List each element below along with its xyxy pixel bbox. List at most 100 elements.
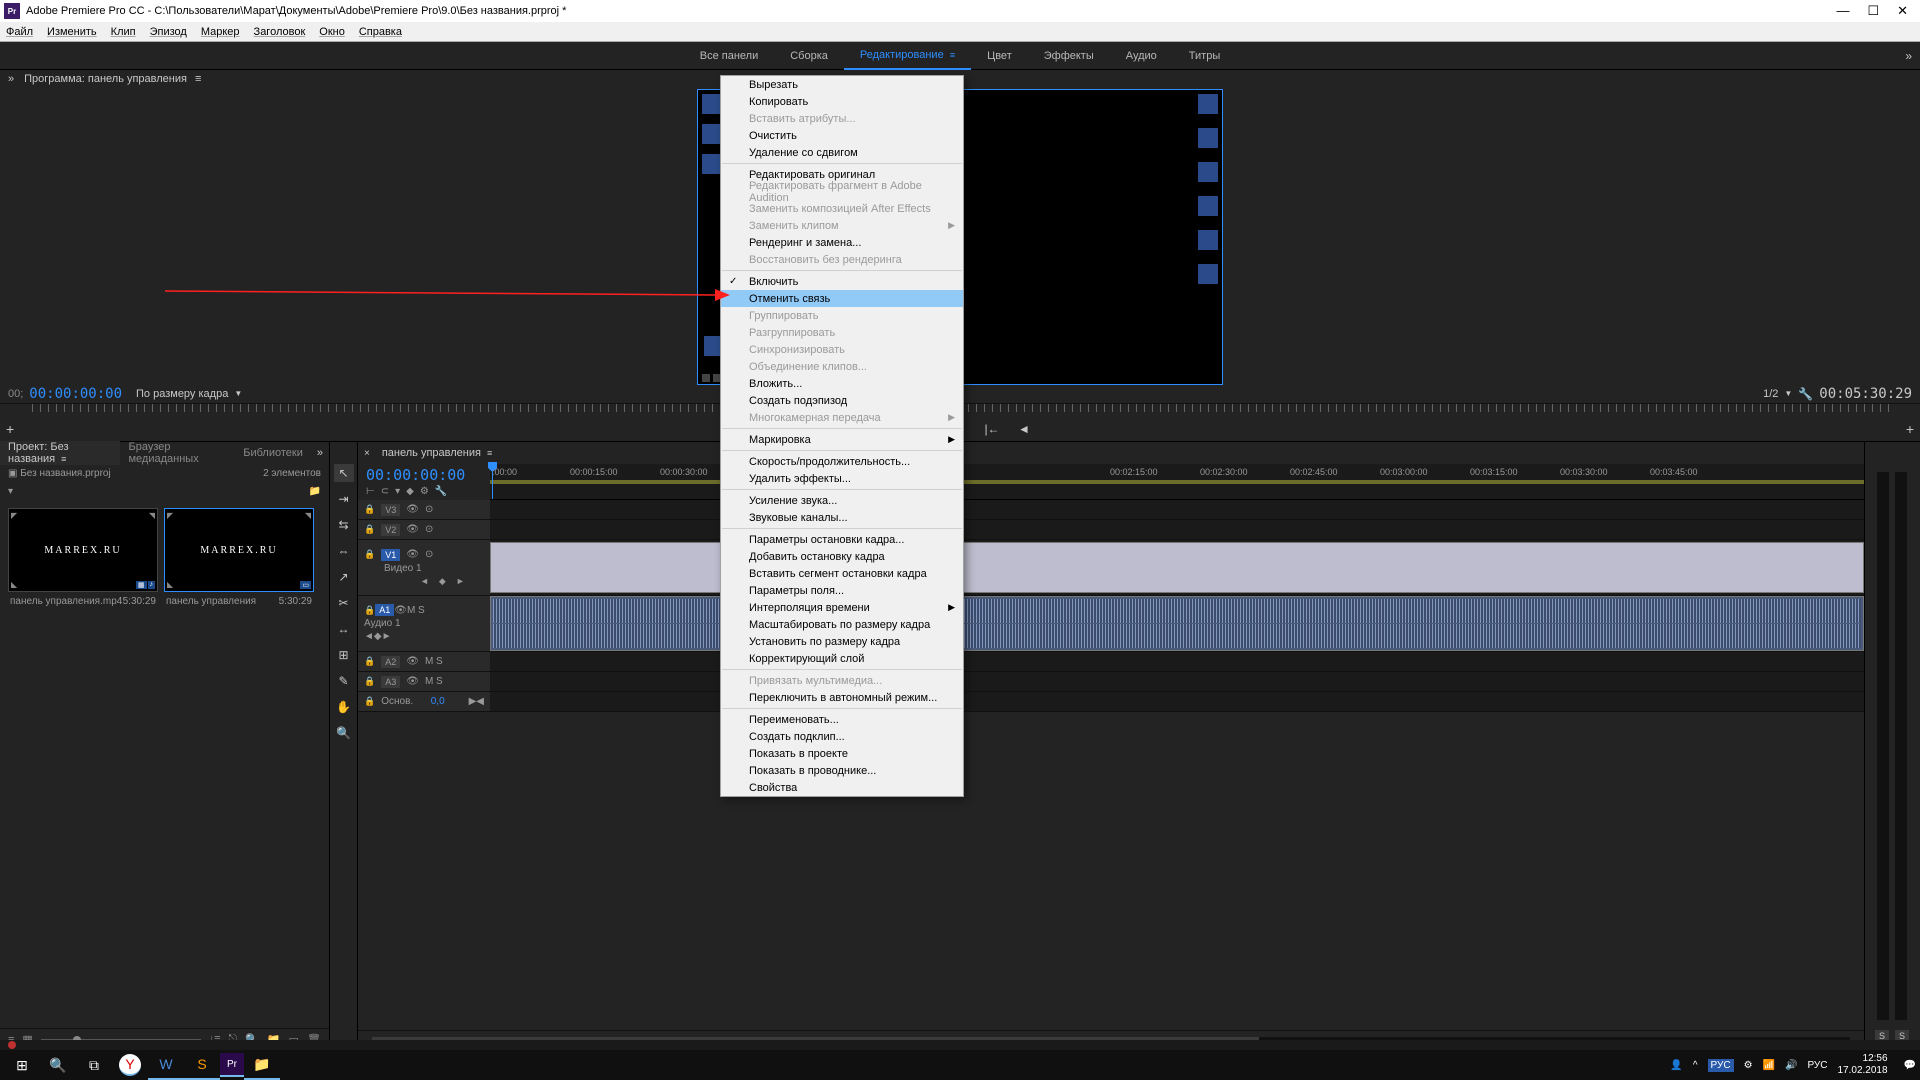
sublime-icon[interactable]: S <box>184 1050 220 1080</box>
explorer-icon[interactable]: 📁 <box>244 1050 280 1080</box>
audio-clip[interactable] <box>490 596 1864 651</box>
timeline-ruler[interactable]: :00:00 00:00:15:00 00:00:30:00 00:00:45:… <box>490 464 1864 500</box>
snap-icon[interactable]: ⊢ <box>366 486 375 497</box>
notifications-icon[interactable]: 💬 <box>1904 1060 1916 1071</box>
rate-tool[interactable]: ↗ <box>334 568 354 586</box>
context-menu-item[interactable]: Установить по размеру кадра <box>721 633 963 650</box>
menu-file[interactable]: Файл <box>6 26 33 38</box>
context-menu-item[interactable]: Корректирующий слой <box>721 650 963 667</box>
menu-edit[interactable]: Изменить <box>47 26 97 38</box>
context-menu-item[interactable]: Маркировка▶ <box>721 431 963 448</box>
context-menu-item[interactable]: Интерполяция времени▶ <box>721 599 963 616</box>
go-in-icon[interactable]: |← <box>983 422 1001 436</box>
folder-icon[interactable]: 📁 <box>309 486 321 497</box>
context-menu-item[interactable]: Параметры остановки кадра... <box>721 531 963 548</box>
tray-lang2[interactable]: РУС <box>1807 1060 1827 1071</box>
ws-effects[interactable]: Эффекты <box>1028 42 1110 70</box>
context-menu-item[interactable]: Показать в проводнике... <box>721 762 963 779</box>
selection-tool[interactable]: ↖ <box>334 464 354 482</box>
zoom-fit-label[interactable]: По размеру кадра <box>136 388 228 400</box>
context-menu-item[interactable]: Вставить сегмент остановки кадра <box>721 565 963 582</box>
close-tab-icon[interactable]: × <box>364 448 370 459</box>
track-head-master[interactable]: 🔒Основ. 0,0▶◀ <box>358 692 490 711</box>
context-menu-item[interactable]: Масштабировать по размеру кадра <box>721 616 963 633</box>
menu-sequence[interactable]: Эпизод <box>150 26 187 38</box>
add-marker-button[interactable]: + <box>6 421 14 437</box>
context-menu-item[interactable]: Рендеринг и замена... <box>721 234 963 251</box>
ws-overflow[interactable]: » <box>1905 49 1912 63</box>
program-timecode[interactable]: 00:00:00:00 <box>29 386 122 402</box>
ws-color[interactable]: Цвет <box>971 42 1028 70</box>
marker-icon[interactable]: ▾ <box>395 486 400 497</box>
ripple-tool[interactable]: ⇆ <box>334 516 354 534</box>
context-menu-item[interactable]: Создать подклип... <box>721 728 963 745</box>
menu-marker[interactable]: Маркер <box>201 26 240 38</box>
track-head-a3[interactable]: 🔒A3👁M S <box>358 672 490 691</box>
resolution-label[interactable]: 1/2 <box>1763 388 1778 400</box>
context-menu-item[interactable]: Вырезать <box>721 76 963 93</box>
context-menu-item[interactable]: Копировать <box>721 93 963 110</box>
filter-icon[interactable]: ▾ <box>8 486 13 497</box>
task-view-icon[interactable]: ⧉ <box>76 1050 112 1080</box>
context-menu-item[interactable]: Параметры поля... <box>721 582 963 599</box>
track-head-v2[interactable]: 🔒V2👁⊙ <box>358 520 490 539</box>
slip-tool[interactable]: ↔ <box>334 620 354 638</box>
close-button[interactable]: ✕ <box>1897 3 1908 19</box>
taskbar-clock[interactable]: 12:56 17.02.2018 <box>1837 1053 1893 1077</box>
track-head-v3[interactable]: 🔒V3👁⊙ <box>358 500 490 519</box>
tab-project[interactable]: Проект: Без названия≡ <box>0 441 120 465</box>
track-head-v1[interactable]: 🔒V1👁⊙ Видео 1 ◄◆► <box>358 540 490 595</box>
pen-tool[interactable]: ✎ <box>334 672 354 690</box>
panel-menu-icon[interactable]: ≡ <box>195 73 200 85</box>
rolling-tool[interactable]: ⇔ <box>334 542 354 560</box>
zoom-tool[interactable]: 🔍 <box>334 724 354 742</box>
chevron-down-icon[interactable]: ▼ <box>1784 389 1792 398</box>
chevron-down-icon[interactable]: ▼ <box>234 389 242 398</box>
razor-tool[interactable]: ✂ <box>334 594 354 612</box>
context-menu-item[interactable]: Создать подэпизод <box>721 392 963 409</box>
context-menu-item[interactable]: Вложить... <box>721 375 963 392</box>
wrench-icon[interactable]: 🔧 <box>435 486 447 497</box>
slide-tool[interactable]: ⊞ <box>334 646 354 664</box>
tabs-overflow[interactable]: » <box>311 447 329 459</box>
ws-editing[interactable]: Редактирование ≡ <box>844 42 971 70</box>
menu-clip[interactable]: Клип <box>111 26 136 38</box>
expand-icon[interactable]: » <box>8 73 14 85</box>
context-menu-item[interactable]: Отменить связь <box>721 290 963 307</box>
settings-icon[interactable]: ⚙ <box>420 486 429 497</box>
tray-volume-icon[interactable]: 🔊 <box>1785 1060 1797 1071</box>
context-menu-item[interactable]: Переименовать... <box>721 711 963 728</box>
link-icon[interactable]: ⊂ <box>381 486 389 497</box>
wrench-icon[interactable]: 🔧 <box>1798 387 1813 401</box>
tray-icon[interactable]: 👤 <box>1670 1060 1682 1071</box>
ws-titles[interactable]: Титры <box>1173 42 1236 70</box>
start-button[interactable]: ⊞ <box>4 1050 40 1080</box>
context-menu-item[interactable]: Удалить эффекты... <box>721 470 963 487</box>
tray-icon[interactable]: ⚙ <box>1744 1060 1753 1071</box>
tab-media-browser[interactable]: Браузер медиаданных <box>120 441 235 465</box>
ws-assembly[interactable]: Сборка <box>774 42 844 70</box>
video-clip[interactable] <box>490 542 1864 593</box>
context-menu-item[interactable]: Переключить в автономный режим... <box>721 689 963 706</box>
menu-title[interactable]: Заголовок <box>254 26 306 38</box>
context-menu-item[interactable]: Скорость/продолжительность... <box>721 453 963 470</box>
context-menu-item[interactable]: ✓Включить <box>721 273 963 290</box>
menu-window[interactable]: Окно <box>319 26 345 38</box>
project-item[interactable]: ◤◥ MARREX.RU ◣ ▭ панель управления5:30:2… <box>164 508 314 607</box>
search-icon[interactable]: 🔍 <box>40 1050 76 1080</box>
word-icon[interactable]: W <box>148 1050 184 1080</box>
step-back-icon[interactable]: ◄ <box>1015 422 1033 436</box>
project-item[interactable]: ◤◥ MARREX.RU ◣ ▦♪ панель управления.mp45… <box>8 508 158 607</box>
track-head-a1[interactable]: 🔒A1👁M S Аудио 1 ◄◆► <box>358 596 490 651</box>
yandex-icon[interactable]: Y <box>119 1054 141 1076</box>
add-button[interactable]: + <box>1906 421 1914 437</box>
context-menu-item[interactable]: Удаление со сдвигом <box>721 144 963 161</box>
context-menu-item[interactable]: Добавить остановку кадра <box>721 548 963 565</box>
tray-icon[interactable]: 📶 <box>1763 1060 1775 1071</box>
tab-libraries[interactable]: Библиотеки <box>235 447 311 459</box>
tray-up-icon[interactable]: ^ <box>1693 1060 1698 1071</box>
ws-audio[interactable]: Аудио <box>1110 42 1173 70</box>
context-menu-item[interactable]: Звуковые каналы... <box>721 509 963 526</box>
menu-help[interactable]: Справка <box>359 26 402 38</box>
hand-tool[interactable]: ✋ <box>334 698 354 716</box>
